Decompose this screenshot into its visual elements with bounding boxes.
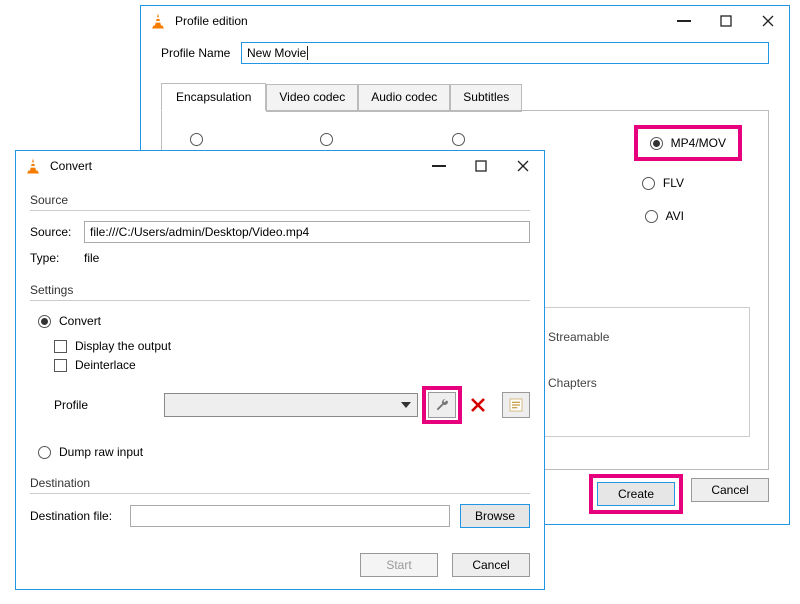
create-highlight: Create bbox=[593, 478, 679, 510]
new-profile-icon bbox=[508, 397, 524, 413]
radio-empty-icon bbox=[38, 446, 51, 459]
radio-convert[interactable]: Convert bbox=[32, 311, 530, 331]
profile-name-input[interactable]: New Movie bbox=[241, 42, 769, 64]
type-label: Type: bbox=[30, 251, 84, 265]
settings-group-label: Settings bbox=[30, 283, 530, 297]
create-button[interactable]: Create bbox=[597, 482, 675, 506]
titlebar[interactable]: Profile edition bbox=[141, 6, 789, 36]
minimize-button[interactable] bbox=[663, 6, 705, 36]
destination-group-label: Destination bbox=[30, 476, 530, 490]
window-title: Convert bbox=[50, 159, 418, 173]
profile-name-value: New Movie bbox=[247, 46, 306, 60]
radio-mp4[interactable]: MP4/MOV bbox=[644, 133, 732, 153]
radio-flv[interactable]: FLV bbox=[636, 173, 690, 193]
radio-mp4-highlight: MP4/MOV bbox=[638, 129, 738, 157]
radio-empty-icon bbox=[645, 210, 658, 223]
radio-dot-icon bbox=[650, 137, 663, 150]
start-button[interactable]: Start bbox=[360, 553, 438, 577]
radio-avi-label: AVI bbox=[666, 209, 684, 223]
edit-profile-button[interactable] bbox=[428, 392, 456, 418]
wrench-highlight bbox=[426, 390, 458, 420]
feature-chapters-label: Chapters bbox=[548, 376, 597, 390]
checkbox-display-output-label: Display the output bbox=[75, 339, 171, 353]
close-button[interactable] bbox=[747, 6, 789, 36]
radio-mp4-label: MP4/MOV bbox=[671, 136, 726, 150]
cancel-button[interactable]: Cancel bbox=[691, 478, 769, 502]
delete-profile-button[interactable] bbox=[464, 392, 492, 418]
radio-empty-icon bbox=[642, 177, 655, 190]
tabs: Encapsulation Video codec Audio codec Su… bbox=[161, 82, 769, 110]
checkbox-icon bbox=[54, 340, 67, 353]
radio-flv-label: FLV bbox=[663, 176, 684, 190]
browse-button[interactable]: Browse bbox=[460, 504, 530, 528]
window-title: Profile edition bbox=[175, 14, 663, 28]
new-profile-button[interactable] bbox=[502, 392, 530, 418]
tab-video-codec[interactable]: Video codec bbox=[266, 84, 358, 112]
maximize-button[interactable] bbox=[460, 151, 502, 181]
checkbox-icon bbox=[54, 359, 67, 372]
radio-dump-raw-label: Dump raw input bbox=[59, 445, 143, 459]
feature-streamable-label: Streamable bbox=[548, 330, 609, 344]
tab-encapsulation[interactable]: Encapsulation bbox=[161, 83, 266, 111]
source-group-label: Source bbox=[30, 193, 530, 207]
maximize-button[interactable] bbox=[705, 6, 747, 36]
minimize-button[interactable] bbox=[418, 151, 460, 181]
profile-name-label: Profile Name bbox=[161, 46, 241, 60]
tab-audio-codec[interactable]: Audio codec bbox=[358, 84, 450, 112]
checkbox-deinterlace[interactable]: Deinterlace bbox=[54, 358, 530, 372]
radio-convert-label: Convert bbox=[59, 314, 101, 328]
radio-dot-icon bbox=[38, 315, 51, 328]
source-value: file:///C:/Users/admin/Desktop/Video.mp4 bbox=[90, 225, 309, 239]
wrench-icon bbox=[434, 397, 450, 413]
radio-hidden-3[interactable] bbox=[452, 133, 465, 146]
vlc-icon bbox=[149, 12, 167, 30]
radio-hidden-2[interactable] bbox=[320, 133, 333, 146]
convert-window: Convert Source Source: file:///C:/Users/… bbox=[15, 150, 545, 590]
checkbox-deinterlace-label: Deinterlace bbox=[75, 358, 136, 372]
tab-subtitles[interactable]: Subtitles bbox=[450, 84, 522, 112]
radio-dump-raw[interactable]: Dump raw input bbox=[32, 442, 530, 462]
source-input[interactable]: file:///C:/Users/admin/Desktop/Video.mp4 bbox=[84, 221, 530, 243]
radio-avi[interactable]: AVI bbox=[639, 206, 690, 226]
close-button[interactable] bbox=[502, 151, 544, 181]
vlc-icon bbox=[24, 157, 42, 175]
checkbox-display-output[interactable]: Display the output bbox=[54, 339, 530, 353]
destination-file-label: Destination file: bbox=[30, 509, 130, 523]
delete-x-icon bbox=[471, 398, 485, 412]
type-value: file bbox=[84, 251, 99, 265]
source-label: Source: bbox=[30, 225, 84, 239]
destination-file-input[interactable] bbox=[130, 505, 450, 527]
titlebar[interactable]: Convert bbox=[16, 151, 544, 181]
profile-label: Profile bbox=[54, 398, 164, 412]
profile-dropdown[interactable] bbox=[164, 393, 418, 417]
radio-hidden-1[interactable] bbox=[190, 133, 203, 146]
chevron-down-icon bbox=[401, 402, 411, 408]
cancel-button[interactable]: Cancel bbox=[452, 553, 530, 577]
